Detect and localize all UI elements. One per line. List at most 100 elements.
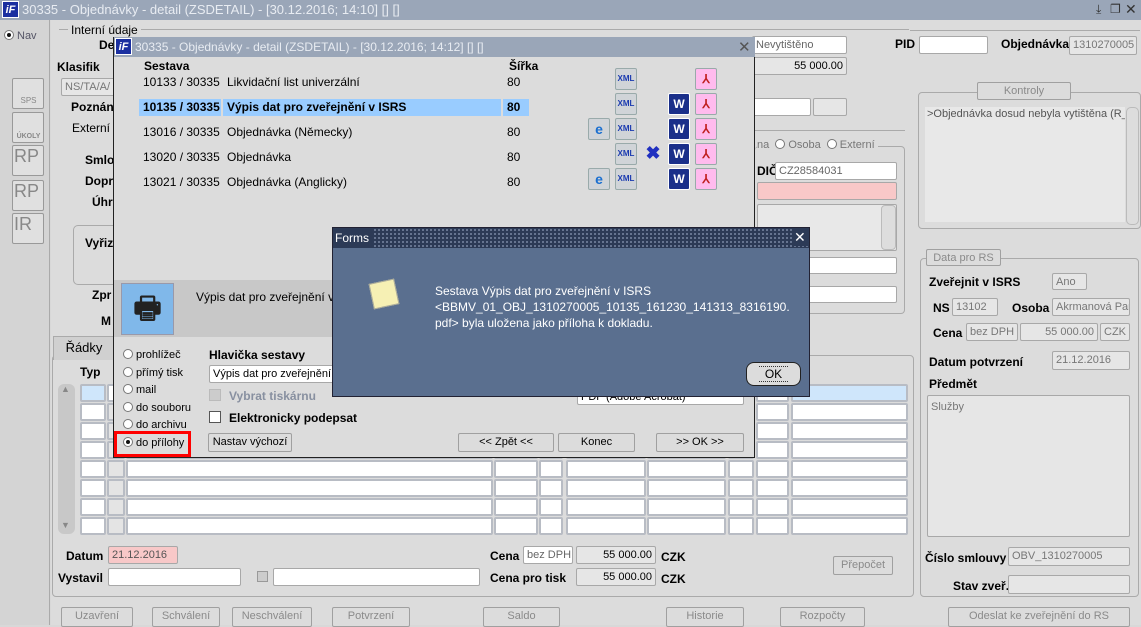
ukoly-button[interactable]: ÚKOLY (12, 112, 44, 143)
required-field[interactable] (757, 182, 897, 200)
pdf-export-icon[interactable]: ⅄ (695, 168, 717, 190)
xml-export-icon[interactable]: XML (615, 143, 637, 165)
table-cell[interactable] (791, 422, 908, 440)
datum-field[interactable]: 21.12.2016 (108, 546, 178, 564)
table-cell[interactable] (80, 403, 106, 421)
table-cell[interactable] (494, 498, 538, 516)
vystavil-field[interactable] (108, 568, 241, 586)
rows-scrollbar[interactable]: ▲ ▼ (58, 384, 75, 534)
restore-icon[interactable]: ❐ (1110, 2, 1121, 16)
scroll-up-icon[interactable]: ▲ (61, 384, 70, 394)
table-cell[interactable] (80, 498, 106, 516)
nastav-vychozi-button[interactable]: Nastav výchozí (208, 433, 292, 452)
pdf-export-icon[interactable]: ⅄ (695, 93, 717, 115)
table-cell[interactable] (107, 460, 125, 478)
table-cell[interactable] (647, 498, 726, 516)
pdf-export-icon[interactable]: ⅄ (695, 118, 717, 140)
table-cell[interactable] (80, 422, 106, 440)
kontroly-scrollbar[interactable] (1126, 107, 1139, 225)
word-export-icon[interactable]: W (668, 168, 690, 190)
table-cell[interactable] (80, 384, 106, 402)
sps-button[interactable]: SPS (12, 78, 44, 109)
vystavil-checkbox[interactable] (257, 571, 268, 582)
stav-field[interactable]: Nevytištěno (752, 36, 847, 54)
table-cell[interactable] (107, 479, 125, 497)
table-cell[interactable] (107, 498, 125, 516)
table-cell[interactable] (107, 517, 125, 535)
table-cell[interactable] (647, 460, 726, 478)
xml-export-icon[interactable]: XML (615, 118, 637, 140)
table-cell[interactable] (539, 517, 563, 535)
excel-export-icon[interactable]: ✖ (642, 143, 664, 165)
neschvaleni-button[interactable]: Neschválení (232, 607, 312, 627)
report-dialog-close-icon[interactable]: ✕ (738, 38, 751, 56)
table-cell[interactable] (80, 441, 106, 459)
table-cell[interactable] (756, 517, 789, 535)
konec-button[interactable]: Konec (558, 433, 635, 452)
table-cell[interactable] (566, 498, 646, 516)
table-cell[interactable] (126, 517, 493, 535)
table-cell[interactable] (791, 479, 908, 497)
output-option[interactable]: do archivu (123, 419, 187, 431)
table-cell[interactable] (494, 460, 538, 478)
schvaleni-button[interactable]: Schválení (152, 607, 220, 627)
output-radio[interactable] (123, 384, 133, 395)
radio-externi[interactable] (826, 139, 837, 149)
table-cell[interactable] (647, 479, 726, 497)
minimize-icon[interactable]: ⤓ (1096, 2, 1101, 17)
nav-toggle[interactable]: Nav (4, 30, 37, 42)
forms-alert-ok-button[interactable]: OK (746, 362, 801, 386)
cena-typ-field[interactable]: bez DPH (523, 546, 573, 564)
output-option[interactable]: do souboru (123, 401, 191, 414)
table-cell[interactable] (756, 498, 789, 516)
word-export-icon[interactable]: W (668, 118, 690, 140)
rp-button-1[interactable]: RP (12, 145, 44, 176)
rp-button-2[interactable]: RP (12, 180, 44, 211)
dic-field[interactable]: CZ28584031 (775, 162, 897, 180)
klasifikace-field[interactable]: NS/TA/A/ (61, 78, 121, 96)
table-cell[interactable] (80, 517, 106, 535)
uzavreni-button[interactable]: Uzavření (61, 607, 133, 627)
table-cell[interactable] (647, 517, 726, 535)
table-cell[interactable] (566, 479, 646, 497)
pdf-export-icon[interactable]: ⅄ (695, 143, 717, 165)
table-cell[interactable] (566, 517, 646, 535)
pid-field[interactable] (919, 36, 988, 54)
xml-export-icon[interactable]: XML (615, 168, 637, 190)
table-cell[interactable] (566, 460, 646, 478)
historie-button[interactable]: Historie (666, 607, 744, 627)
output-radio[interactable] (123, 419, 133, 430)
zpet-button[interactable]: << Zpět << (458, 433, 554, 452)
textarea-scrollbar[interactable] (881, 205, 896, 250)
output-option[interactable]: prohlížeč (123, 349, 181, 361)
ir-button[interactable]: IR (12, 213, 44, 244)
table-cell[interactable] (80, 460, 106, 478)
output-radio[interactable] (123, 401, 133, 412)
table-cell[interactable] (756, 460, 789, 478)
ok-button[interactable]: >> OK >> (656, 433, 744, 452)
scroll-down-icon[interactable]: ▼ (61, 520, 70, 530)
table-cell[interactable] (791, 460, 908, 478)
table-cell[interactable] (728, 460, 754, 478)
kontroly-button[interactable]: Kontroly (977, 82, 1071, 100)
table-cell[interactable] (756, 479, 789, 497)
table-cell[interactable] (756, 422, 789, 440)
table-cell[interactable] (791, 498, 908, 516)
prepocet-button[interactable]: Přepočet (833, 556, 893, 575)
field-b[interactable] (813, 98, 847, 116)
ie-export-icon[interactable]: e (588, 168, 610, 190)
table-cell[interactable] (791, 403, 908, 421)
pdf-export-icon[interactable]: ⅄ (695, 68, 717, 90)
radio-osoba[interactable] (775, 139, 786, 149)
table-cell[interactable] (80, 479, 106, 497)
odeslat-rs-button[interactable]: Odeslat ke zveřejnění do RS (948, 607, 1130, 627)
word-export-icon[interactable]: W (668, 93, 690, 115)
table-cell[interactable] (756, 403, 789, 421)
table-cell[interactable] (126, 498, 493, 516)
output-radio[interactable] (123, 349, 133, 359)
saldo-button[interactable]: Saldo (483, 607, 560, 627)
output-option[interactable]: mail (123, 384, 156, 396)
word-export-icon[interactable]: W (668, 143, 690, 165)
table-cell[interactable] (791, 517, 908, 535)
rozpocty-button[interactable]: Rozpočty (780, 607, 865, 627)
